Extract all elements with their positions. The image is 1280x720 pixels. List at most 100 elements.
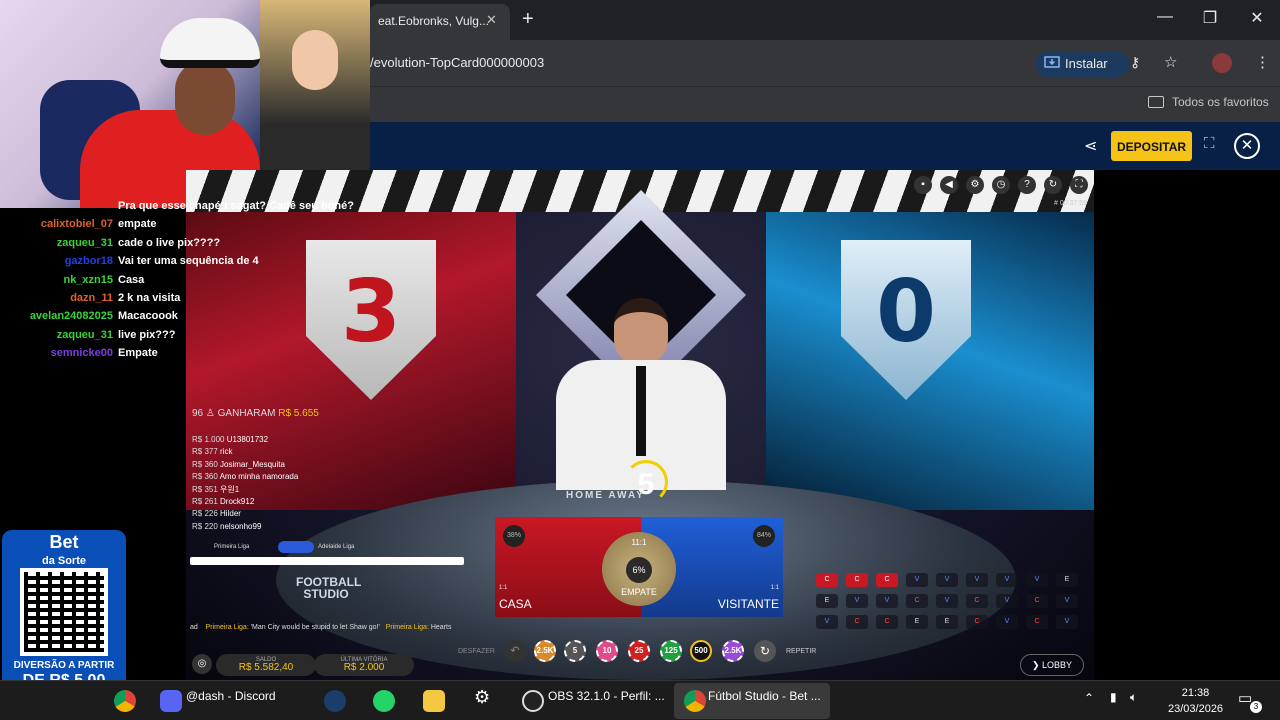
install-label: Instalar xyxy=(1065,56,1108,71)
chat-username: dazn_11 xyxy=(70,292,113,304)
taskbar-obs[interactable]: OBS 32.1.0 - Perfil: ... xyxy=(548,689,665,703)
news-ticker: ad Primeira Liga: 'Man City would be stu… xyxy=(190,624,451,631)
volume-tray-icon[interactable]: 🔈︎ xyxy=(1130,690,1137,705)
reload-icon[interactable]: ↻ xyxy=(1044,176,1062,194)
address-bar: /evolution-TopCard000000003 Instalar ⚷ ☆… xyxy=(370,40,1280,86)
winner-row: R$ 226 Hilder xyxy=(192,508,298,520)
taskbar-discord[interactable]: @dash - Discord xyxy=(186,689,276,703)
tab-title: eat.Eobronks, Vulg... xyxy=(378,14,489,28)
settings-icon[interactable]: ⚙ xyxy=(966,176,984,194)
chat-text: Pra que esse chapéu sagat? Cadê seu boné… xyxy=(118,200,354,212)
chip-500[interactable]: 500 xyxy=(690,640,712,662)
profile-avatar[interactable] xyxy=(1212,53,1232,73)
minimize-icon[interactable]: — xyxy=(1150,8,1180,26)
chip-10[interactable]: 10 xyxy=(596,640,618,662)
promo-line1: DIVERSÃO A PARTIR xyxy=(13,660,115,671)
url-text[interactable]: /evolution-TopCard000000003 xyxy=(370,55,544,70)
chat-username: gazbor18 xyxy=(64,255,113,268)
close-window-icon[interactable]: ✕ xyxy=(1242,8,1272,28)
home-label: CASA xyxy=(499,597,532,611)
fullscreen-icon[interactable]: ⛶ xyxy=(1204,135,1215,152)
help-icon[interactable]: ? xyxy=(1018,176,1036,194)
new-tab-icon[interactable]: + xyxy=(522,8,534,31)
history-cell: V xyxy=(816,615,838,629)
chat-username: zaqueu_31 xyxy=(56,236,113,249)
game-round-time: # 00:37:59 xyxy=(1054,200,1088,207)
obs-icon[interactable] xyxy=(522,690,544,712)
history-cell: E xyxy=(906,615,928,629)
video-icon[interactable]: ▪ xyxy=(914,176,932,194)
chip-2500[interactable]: 2.5K xyxy=(534,640,556,662)
whatsapp-icon[interactable] xyxy=(373,690,395,712)
chat-username: avelan24082025 xyxy=(29,310,113,323)
winner-name: U13801732 xyxy=(226,435,269,444)
repeat-label: REPETIR xyxy=(786,648,817,655)
winner-amount: R$ 360 xyxy=(192,459,218,469)
share-icon[interactable]: ⋖ xyxy=(1084,136,1097,156)
progress-slider[interactable] xyxy=(190,557,464,565)
winners-list: R$ 1.000 U13801732 R$ 377 rick R$ 360 Jo… xyxy=(192,434,298,533)
winner-name: 우원1 xyxy=(220,484,240,494)
history-icon[interactable]: ◷ xyxy=(992,176,1010,194)
league-left: Primeira Liga xyxy=(214,544,250,550)
clock-time: 21:38 xyxy=(1181,687,1210,699)
chat-text: Casa xyxy=(118,273,145,286)
history-cell: V xyxy=(846,594,868,608)
star-icon[interactable]: ☆ xyxy=(1164,53,1177,71)
folder-icon[interactable] xyxy=(423,690,445,712)
tab-close-icon[interactable]: ✕ xyxy=(486,12,497,28)
chrome-icon[interactable] xyxy=(114,690,136,712)
history-cell: V xyxy=(996,594,1018,608)
undo-icon[interactable]: ↶ xyxy=(504,640,526,662)
ticker-league: Primeira Liga: xyxy=(205,624,249,631)
chrome-window-icon xyxy=(684,690,706,712)
ticker-text: Hearts xyxy=(430,624,452,631)
settings-gear-icon[interactable]: ⚙ xyxy=(474,687,490,708)
deposit-button[interactable]: DEPOSITAR xyxy=(1111,131,1192,161)
winner-name: Drock912 xyxy=(220,497,255,507)
repeat-icon[interactable]: ↻ xyxy=(754,640,776,662)
tray-chevron-icon[interactable]: ⌃ xyxy=(1084,691,1094,705)
volume-icon[interactable]: ◀ xyxy=(940,176,958,194)
promo-brand: Bet da Sorte xyxy=(2,530,126,569)
chip-125[interactable]: 125 xyxy=(660,640,682,662)
restore-icon[interactable]: ❐ xyxy=(1195,8,1225,28)
ticker-text: 'Man City would be stupid to let Shaw go… xyxy=(250,624,380,631)
chip-2500-b[interactable]: 2.5K xyxy=(722,640,744,662)
close-game-icon[interactable]: ✕ xyxy=(1234,133,1260,159)
network-icon[interactable]: ▮ xyxy=(1110,690,1117,704)
league-toggle[interactable] xyxy=(278,541,314,553)
winner-name: rick xyxy=(220,447,233,457)
winners-count: 96 xyxy=(192,408,204,419)
key-icon[interactable]: ⚷ xyxy=(1130,54,1140,71)
browser-tab-bar: eat.Eobronks, Vulg... ✕ + — ❐ ✕ xyxy=(370,0,1280,40)
chat-text: Macacoook xyxy=(118,310,178,323)
steam-icon[interactable] xyxy=(324,690,346,712)
expand-icon[interactable]: ⛶ xyxy=(1070,176,1088,194)
winner-amount: R$ 360 xyxy=(192,472,218,482)
clock-date: 23/03/2026 xyxy=(1168,703,1224,715)
menu-icon[interactable]: ⋮ xyxy=(1255,53,1270,71)
webcam-hat xyxy=(160,18,260,68)
history-cell: C xyxy=(966,594,988,608)
discord-icon[interactable] xyxy=(160,690,182,712)
chat-message: dazn_11 2 k na visita xyxy=(0,292,230,304)
taskbar-chrome[interactable]: Fútbol Studio - Bet ... xyxy=(708,689,821,703)
clock[interactable]: 21:38 23/03/2026 xyxy=(1168,685,1223,717)
draw-odds: 11:1 xyxy=(631,538,647,547)
last-win-value: R$ 2.000 xyxy=(343,662,385,673)
chips-icon[interactable]: ◎ xyxy=(192,654,212,674)
chip-5[interactable]: 5 xyxy=(564,640,586,662)
chip-25[interactable]: 25 xyxy=(628,640,650,662)
history-grid: CCCVVVVVEEVVCVCVCVVCCEECVCV xyxy=(816,573,1078,633)
all-bookmarks-link[interactable]: Todos os favoritos xyxy=(1148,95,1269,109)
install-button[interactable]: Instalar xyxy=(1035,51,1129,77)
lobby-button[interactable]: ❯ LOBBY xyxy=(1020,654,1084,676)
chat-text: 2 k na visita xyxy=(118,292,181,304)
dealer-head xyxy=(614,298,668,366)
bet-draw-area[interactable]: 11:1 6% EMPATE xyxy=(602,532,676,606)
history-cell: V xyxy=(876,594,898,608)
winner-amount: R$ 377 xyxy=(192,447,218,457)
winners-amount: R$ 5.655 xyxy=(278,408,319,419)
last-win-display: ÚLTIMA VITÓRIA R$ 2.000 xyxy=(314,654,414,676)
